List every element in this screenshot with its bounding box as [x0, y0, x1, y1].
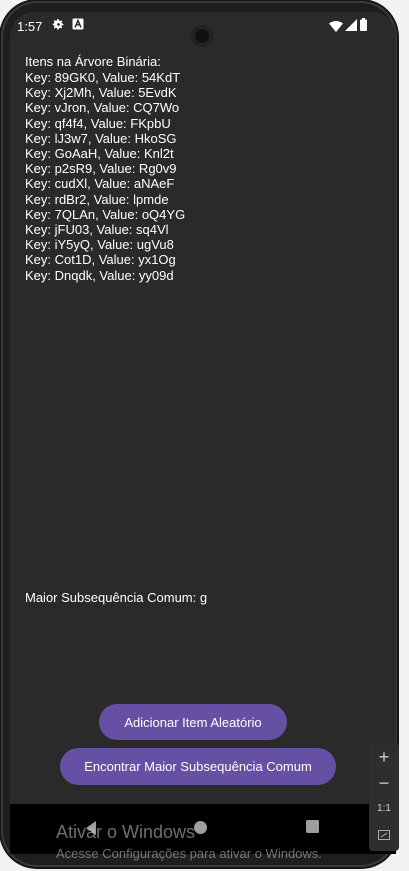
list-item: Key: 89GK0, Value: 54KdT: [25, 70, 181, 85]
list-item: Key: GoAaH, Value: Knl2t: [25, 146, 174, 162]
list-item: Key: p2sR9, Value: Rg0v9: [25, 161, 177, 177]
lcs-result-text: Maior Subsequência Comum: g: [25, 590, 208, 605]
battery-icon: [360, 18, 367, 34]
status-time: 1:57: [17, 19, 43, 34]
a-box-icon: [72, 18, 84, 33]
wifi-icon: [329, 20, 343, 35]
list-item: Key: Cot1D, Value: yx1Og: [25, 252, 176, 268]
status-bar: 1:57: [10, 12, 396, 47]
windows-activation-watermark: Ativar o Windows Acesse Configurações pa…: [56, 822, 322, 861]
cellular-signal-icon: [345, 19, 357, 34]
zoom-out-button[interactable]: −: [369, 773, 399, 794]
find-lcs-button[interactable]: Encontrar Maior Subsequência Comum: [60, 748, 336, 785]
emulator-zoom-controls: + − 1:1: [369, 743, 399, 851]
watermark-subtitle: Acesse Configurações para ativar o Windo…: [56, 846, 322, 861]
list-item: Key: rdBr2, Value: lpmde: [25, 191, 169, 207]
add-random-item-button[interactable]: Adicionar Item Aleatório: [99, 704, 287, 740]
list-item: Key: Dnqdk, Value: yy09d: [25, 267, 174, 283]
list-item: Key: iY5yQ, Value: ugVu8: [25, 237, 174, 253]
list-item: Key: jFU03, Value: sq4Vl: [25, 222, 169, 238]
list-item: Key: vJron, Value: CQ7Wo: [25, 100, 180, 116]
front-camera: [191, 25, 213, 47]
zoom-one-to-one-button[interactable]: 1:1: [369, 803, 399, 814]
list-item: Key: lJ3w7, Value: HkoSG: [25, 130, 177, 146]
items-heading: Itens na Árvore Binária:: [25, 54, 161, 69]
zoom-in-button[interactable]: +: [369, 747, 399, 768]
watermark-title: Ativar o Windows: [56, 822, 196, 842]
settings-gear-icon: [52, 18, 65, 34]
list-item: Key: qf4f4, Value: FKpbU: [25, 115, 171, 131]
fit-screen-icon[interactable]: [369, 827, 399, 845]
list-item: Key: Xj2Mh, Value: 5EvdK: [25, 85, 177, 101]
app-screen: 1:57 Itens na Árvore Binária: Key: 89GK0…: [10, 12, 396, 854]
list-item: Key: 7QLAn, Value: oQ4YG: [25, 206, 186, 222]
list-item: Key: cudXl, Value: aNAeF: [25, 176, 175, 192]
tree-item-list: Key: 89GK0, Value: 54KdT Key: Xj2Mh, Val…: [25, 70, 185, 283]
